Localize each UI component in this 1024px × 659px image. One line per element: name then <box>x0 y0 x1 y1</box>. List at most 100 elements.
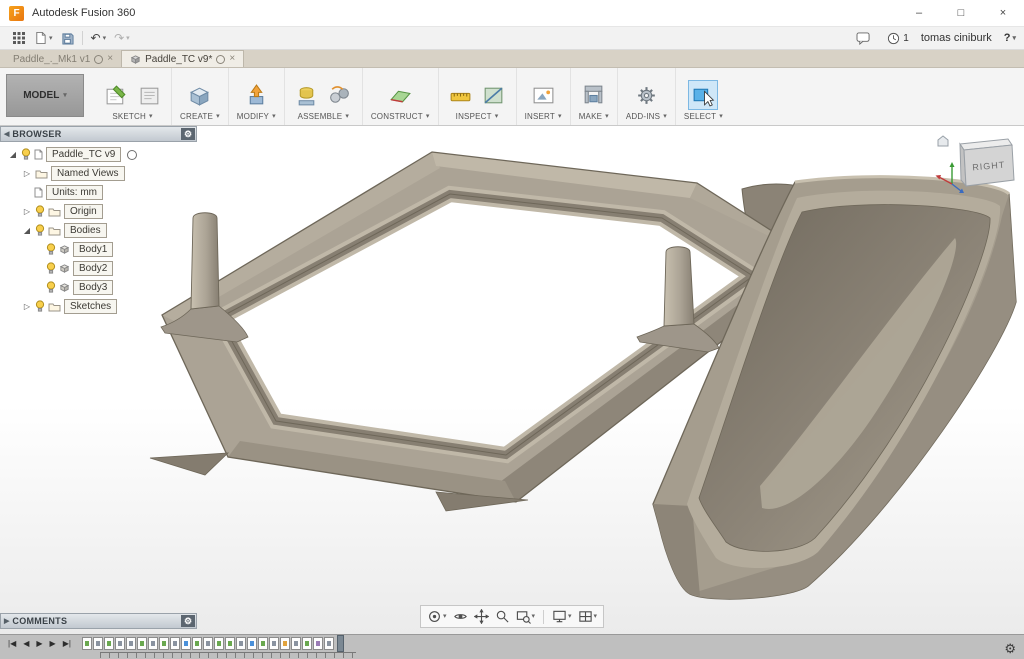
timeline-feature-sketch[interactable] <box>302 637 312 650</box>
bulb-icon[interactable] <box>35 205 45 218</box>
assemble-menu[interactable]: ASSEMBLE▾ <box>298 112 349 121</box>
tab-paddle-mk1[interactable]: Paddle_._Mk1 v1 × <box>5 51 121 67</box>
create-menu[interactable]: CREATE▾ <box>180 112 220 121</box>
measure-button[interactable] <box>447 81 475 109</box>
timeline-feature-extrude[interactable] <box>291 637 301 650</box>
grid-layout-button[interactable]: ▾ <box>576 608 600 625</box>
timeline-feature-extrude[interactable] <box>269 637 279 650</box>
insert-menu[interactable]: INSERT▾ <box>525 112 562 121</box>
timeline-feature-extrude[interactable] <box>115 637 125 650</box>
bulb-icon[interactable] <box>46 262 56 275</box>
scripts-addins-button[interactable] <box>632 81 660 109</box>
timeline-feature-extrude[interactable] <box>236 637 246 650</box>
timeline-feature-sketch[interactable] <box>137 637 147 650</box>
tree-node-label[interactable]: Bodies <box>64 223 107 238</box>
make-menu[interactable]: MAKE▾ <box>579 112 609 121</box>
close-button[interactable]: × <box>982 0 1024 26</box>
gear-icon[interactable]: ⚙ <box>181 615 195 627</box>
undo-button[interactable]: ↶ ▾ <box>87 31 111 45</box>
timeline-feature-sketch[interactable] <box>104 637 114 650</box>
timeline-feature-extrude[interactable] <box>148 637 158 650</box>
activate-radio-icon[interactable] <box>127 150 137 160</box>
maximize-button[interactable]: □ <box>940 0 982 26</box>
tree-row-named-views[interactable]: ▷ Named Views <box>0 164 197 183</box>
expand-arrow-icon[interactable]: ◢ <box>22 226 32 235</box>
timeline-feature-sketch[interactable] <box>225 637 235 650</box>
timeline-feature-shell[interactable] <box>313 637 323 650</box>
tree-node-label[interactable]: Origin <box>64 204 103 219</box>
tab-close-icon[interactable]: × <box>107 54 113 64</box>
collapse-arrow-icon[interactable]: ◀ <box>1 130 12 138</box>
timeline-feature-fillet[interactable] <box>181 637 191 650</box>
viewcube[interactable]: RIGHT <box>930 132 1018 199</box>
comments-toggle-button[interactable] <box>852 31 875 46</box>
timeline-feature-sketch[interactable] <box>258 637 268 650</box>
bulb-icon[interactable] <box>35 224 45 237</box>
expand-arrow-icon[interactable]: ◢ <box>8 150 18 159</box>
pan-button[interactable] <box>472 608 491 625</box>
timeline-feature-sketch[interactable] <box>82 637 92 650</box>
tree-row-bodies[interactable]: ◢ Bodies <box>0 221 197 240</box>
timeline-feature-extrude[interactable] <box>324 637 334 650</box>
timeline-feature-extrude[interactable] <box>170 637 180 650</box>
expand-arrow-icon[interactable]: ▷ <box>22 207 32 216</box>
make-3d-print-button[interactable] <box>580 81 608 109</box>
construct-plane-button[interactable] <box>386 81 414 109</box>
save-button[interactable] <box>57 31 78 46</box>
tree-node-label[interactable]: Body1 <box>73 242 113 257</box>
tree-row-sketches[interactable]: ▷ Sketches <box>0 297 197 316</box>
tree-node-label[interactable]: Units: mm <box>46 185 103 200</box>
expand-arrow-icon[interactable]: ▷ <box>22 169 32 178</box>
look-at-button[interactable] <box>451 608 470 625</box>
section-analysis-button[interactable] <box>480 81 508 109</box>
insert-canvas-button[interactable] <box>529 81 557 109</box>
tab-paddle-tc-v9[interactable]: Paddle_TC v9* × <box>121 50 244 67</box>
timeline-feature-combine[interactable] <box>280 637 290 650</box>
sketch-menu[interactable]: SKETCH▾ <box>112 112 152 121</box>
select-menu[interactable]: SELECT▾ <box>684 112 723 121</box>
comments-header[interactable]: ▶ COMMENTS ⚙ <box>0 613 197 629</box>
modify-menu[interactable]: MODIFY▾ <box>237 112 276 121</box>
tree-row-body3[interactable]: Body3 <box>0 278 197 297</box>
user-account-button[interactable]: tomas ciniburk <box>921 32 992 44</box>
help-menu-button[interactable]: ? ▾ <box>1004 32 1016 44</box>
file-menu-button[interactable]: ▾ <box>30 30 57 46</box>
bulb-icon[interactable] <box>46 243 56 256</box>
play-button[interactable]: ▶ <box>33 639 45 649</box>
timeline-feature-extrude[interactable] <box>126 637 136 650</box>
home-icon[interactable] <box>938 136 948 146</box>
tree-node-label[interactable]: Named Views <box>51 166 125 181</box>
bulb-icon[interactable] <box>35 300 45 313</box>
tab-close-icon[interactable]: × <box>229 54 235 64</box>
root-node-label[interactable]: Paddle_TC v9 <box>46 147 121 162</box>
skip-to-end-button[interactable]: ▶| <box>60 639 74 649</box>
workspace-selector[interactable]: MODEL ▾ <box>6 74 84 117</box>
timeline-scrubber[interactable] <box>100 652 356 658</box>
fusion-logo-icon[interactable]: F <box>9 6 24 21</box>
select-tool-button[interactable] <box>689 81 717 109</box>
timeline-feature-fillet[interactable] <box>247 637 257 650</box>
fit-view-button[interactable]: ▾ <box>514 608 538 625</box>
bulb-icon[interactable] <box>21 148 31 161</box>
redo-button[interactable]: ↷ ▾ <box>110 31 134 45</box>
expand-arrow-icon[interactable]: ▷ <box>22 302 32 311</box>
timeline-feature-extrude[interactable] <box>93 637 103 650</box>
press-pull-button[interactable] <box>242 81 270 109</box>
joint-button[interactable] <box>326 81 354 109</box>
tree-node-label[interactable]: Body3 <box>73 280 113 295</box>
addins-menu[interactable]: ADD-INS▾ <box>626 112 667 121</box>
new-component-button[interactable] <box>293 81 321 109</box>
minimize-button[interactable]: – <box>898 0 940 26</box>
tree-row-body1[interactable]: Body1 <box>0 240 197 259</box>
timeline-position-marker[interactable] <box>337 635 344 652</box>
stop-sketch-button[interactable] <box>135 81 163 109</box>
tree-row-units[interactable]: Units: mm <box>0 183 197 202</box>
expand-arrow-icon[interactable]: ▶ <box>1 617 12 625</box>
job-status-button[interactable]: 1 <box>887 32 909 45</box>
step-forward-button[interactable]: ▶ <box>47 639 59 649</box>
bulb-icon[interactable] <box>46 281 56 294</box>
gear-icon[interactable]: ⚙ <box>181 128 195 140</box>
zoom-button[interactable] <box>493 608 512 625</box>
tree-row-origin[interactable]: ▷ Origin <box>0 202 197 221</box>
construct-menu[interactable]: CONSTRUCT▾ <box>371 112 430 121</box>
